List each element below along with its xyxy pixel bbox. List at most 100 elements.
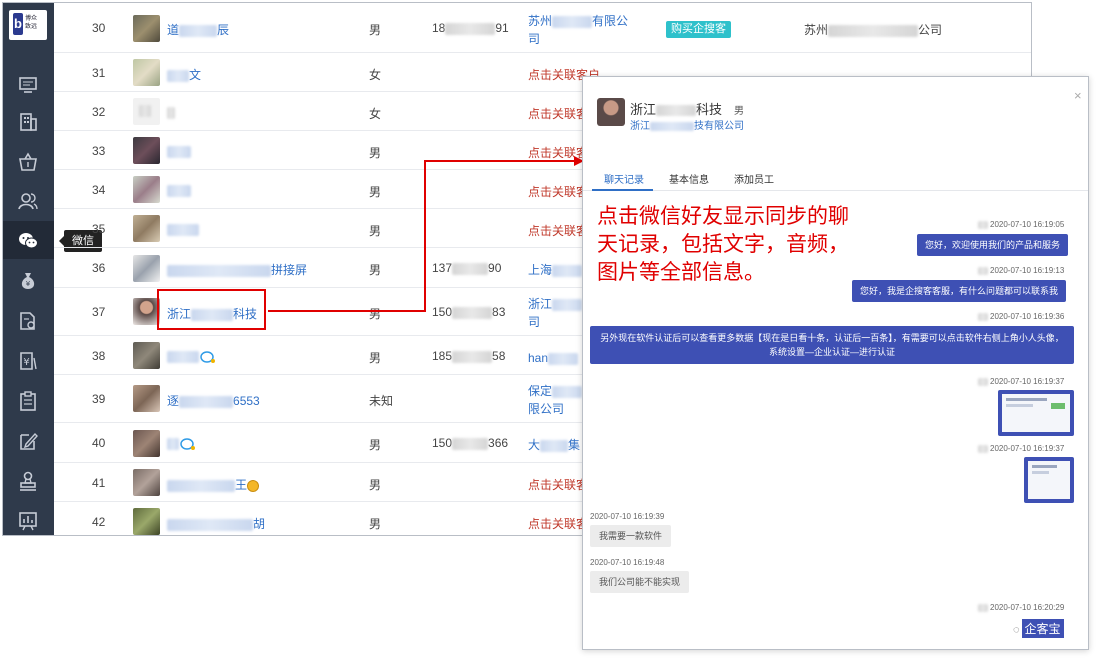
- contact-gender: 女: [369, 107, 382, 121]
- contact-nickname[interactable]: 拼接屏: [167, 261, 307, 278]
- nav-finance[interactable]: ¥: [3, 261, 54, 299]
- monitor-icon: [19, 77, 37, 93]
- annotation-text: 点击微信好友显示同步的聊天记录，包括文字，音频，图片等全部信息。: [597, 205, 849, 284]
- row-number: 41: [92, 476, 106, 490]
- wechat-icon: ◌: [1013, 624, 1020, 636]
- nav-dashboard[interactable]: [3, 65, 54, 103]
- tab-chat-history[interactable]: 聊天记录: [604, 171, 644, 186]
- stamp-icon: [20, 471, 36, 491]
- row-number: 42: [92, 515, 106, 529]
- tab-add-employee[interactable]: 添加员工: [734, 171, 774, 186]
- link-customer[interactable]: 点击关联客: [528, 515, 588, 532]
- logo-mark: b: [13, 13, 23, 35]
- buy-badge[interactable]: 购买企搜客: [666, 21, 731, 38]
- link-customer[interactable]: 点击关联客: [528, 476, 588, 493]
- svg-text:¥: ¥: [23, 357, 29, 368]
- svg-text:¥: ¥: [26, 280, 31, 288]
- avatar[interactable]: [133, 508, 160, 535]
- contact-gender: 男: [369, 224, 382, 238]
- row-number: 35: [92, 222, 106, 236]
- link-customer[interactable]: 点击关联客: [528, 183, 588, 200]
- contact-name: 浙江 科技: [630, 102, 723, 117]
- building-icon: [20, 113, 37, 131]
- message-image[interactable]: [998, 390, 1074, 436]
- contact-gender: 未知: [369, 394, 394, 408]
- logo-text: 博众 致远: [25, 16, 38, 30]
- avatar[interactable]: [133, 215, 160, 242]
- avatar[interactable]: [133, 469, 160, 496]
- contact-phone: 150 366: [432, 436, 509, 450]
- app-logo[interactable]: b 博众 致远: [9, 10, 47, 40]
- message-timestamp: 2020-07-10 16:19:36: [978, 312, 1064, 321]
- contact-gender: 男: [369, 478, 382, 492]
- contact-phone: 137 90: [432, 261, 502, 275]
- nav-payments[interactable]: ¥: [3, 341, 54, 379]
- row-number: 39: [92, 392, 106, 406]
- message-bubble-outgoing[interactable]: 您好，欢迎使用我们的产品和服务: [917, 234, 1069, 256]
- avatar[interactable]: [133, 430, 160, 457]
- message-timestamp: 2020-07-10 16:19:48: [590, 558, 665, 567]
- panel-tabs: 聊天记录 基本信息 添加员工: [583, 164, 1088, 191]
- avatar[interactable]: [133, 15, 160, 42]
- message-bubble-incoming[interactable]: 我们公司能不能实现: [590, 571, 690, 593]
- message-image[interactable]: [1024, 457, 1074, 503]
- contact-nickname[interactable]: [167, 105, 175, 119]
- avatar[interactable]: [133, 298, 160, 325]
- contact-nickname[interactable]: [167, 183, 191, 197]
- avatar[interactable]: [133, 176, 160, 203]
- row-number: 36: [92, 261, 106, 275]
- nav-analytics[interactable]: [3, 501, 54, 535]
- avatar[interactable]: [133, 59, 160, 86]
- row-number: 40: [92, 436, 106, 450]
- chat-detail-panel: 浙江 科技 男 浙江 技有限公司 × 聊天记录 基本信息 添加员工 点击微信好友显示…: [582, 76, 1089, 650]
- contact-nickname[interactable]: 逐 6553: [167, 392, 260, 409]
- contact-nickname[interactable]: [167, 144, 191, 158]
- linked-company[interactable]: 苏州 有限公司: [528, 12, 638, 48]
- basket-icon: [19, 152, 37, 171]
- tab-basic-info[interactable]: 基本信息: [669, 171, 709, 186]
- contact-nickname[interactable]: 道辰: [167, 21, 229, 38]
- nav-contacts[interactable]: [3, 181, 54, 219]
- edit-icon: [20, 432, 38, 450]
- nav-wechat[interactable]: [3, 221, 54, 259]
- nav-orders[interactable]: [3, 142, 54, 180]
- contact-nickname[interactable]: 王: [167, 476, 260, 493]
- table-row[interactable]: 30 道辰 男 18 91 苏州 有限公司 购买企搜客 苏州 公司: [54, 3, 1031, 53]
- contact-avatar: [597, 98, 625, 126]
- message-timestamp: 2020-07-10 16:19:13: [978, 266, 1064, 275]
- avatar[interactable]: [133, 385, 160, 412]
- message-timestamp: 2020-07-10 16:19:39: [590, 512, 665, 521]
- avatar[interactable]: [133, 342, 160, 369]
- contact-nickname[interactable]: 胡: [167, 515, 265, 532]
- nav-companies[interactable]: [3, 102, 54, 140]
- nav-documents[interactable]: [3, 301, 54, 339]
- wechat-icon: [19, 233, 38, 249]
- avatar[interactable]: [133, 137, 160, 164]
- close-icon[interactable]: ×: [1074, 88, 1082, 103]
- chat-bubble-icon: [180, 438, 195, 450]
- message-timestamp: 2020-07-10 16:19:37: [978, 377, 1064, 386]
- users-icon: [18, 193, 38, 210]
- contact-gender: 男: [369, 351, 382, 365]
- contact-nickname[interactable]: [167, 222, 199, 236]
- contact-gender: 男: [369, 263, 382, 277]
- watermark: ◌ 企客宝: [1013, 619, 1064, 638]
- link-customer[interactable]: 点击关联客: [528, 222, 588, 239]
- message-bubble-outgoing[interactable]: 另外现在软件认证后可以查看更多数据【现在是日看十条，认证后一百条】，有需要可以点…: [590, 326, 1074, 364]
- sidebar: b 博众 致远 ¥ ¥: [3, 3, 54, 535]
- highlight-box: [157, 289, 266, 330]
- contact-nickname[interactable]: [167, 436, 197, 451]
- avatar[interactable]: [133, 255, 160, 282]
- avatar[interactable]: [133, 98, 160, 125]
- contact-company[interactable]: 浙江 技有限公司: [630, 117, 744, 132]
- message-bubble-outgoing[interactable]: 您好，我是企搜客客服，有什么问题都可以联系我: [852, 280, 1067, 302]
- nav-reports[interactable]: [3, 381, 54, 419]
- contact-nickname[interactable]: 文: [167, 66, 201, 83]
- nav-notes[interactable]: [3, 421, 54, 459]
- yuan-document-icon: ¥: [20, 352, 37, 370]
- message-timestamp: 2020-07-10 16:19:37: [978, 444, 1064, 453]
- link-customer[interactable]: 点击关联客: [528, 144, 588, 161]
- message-bubble-incoming[interactable]: 我需要一款软件: [590, 525, 672, 547]
- contact-nickname[interactable]: [167, 349, 217, 364]
- nav-approval[interactable]: [3, 461, 54, 499]
